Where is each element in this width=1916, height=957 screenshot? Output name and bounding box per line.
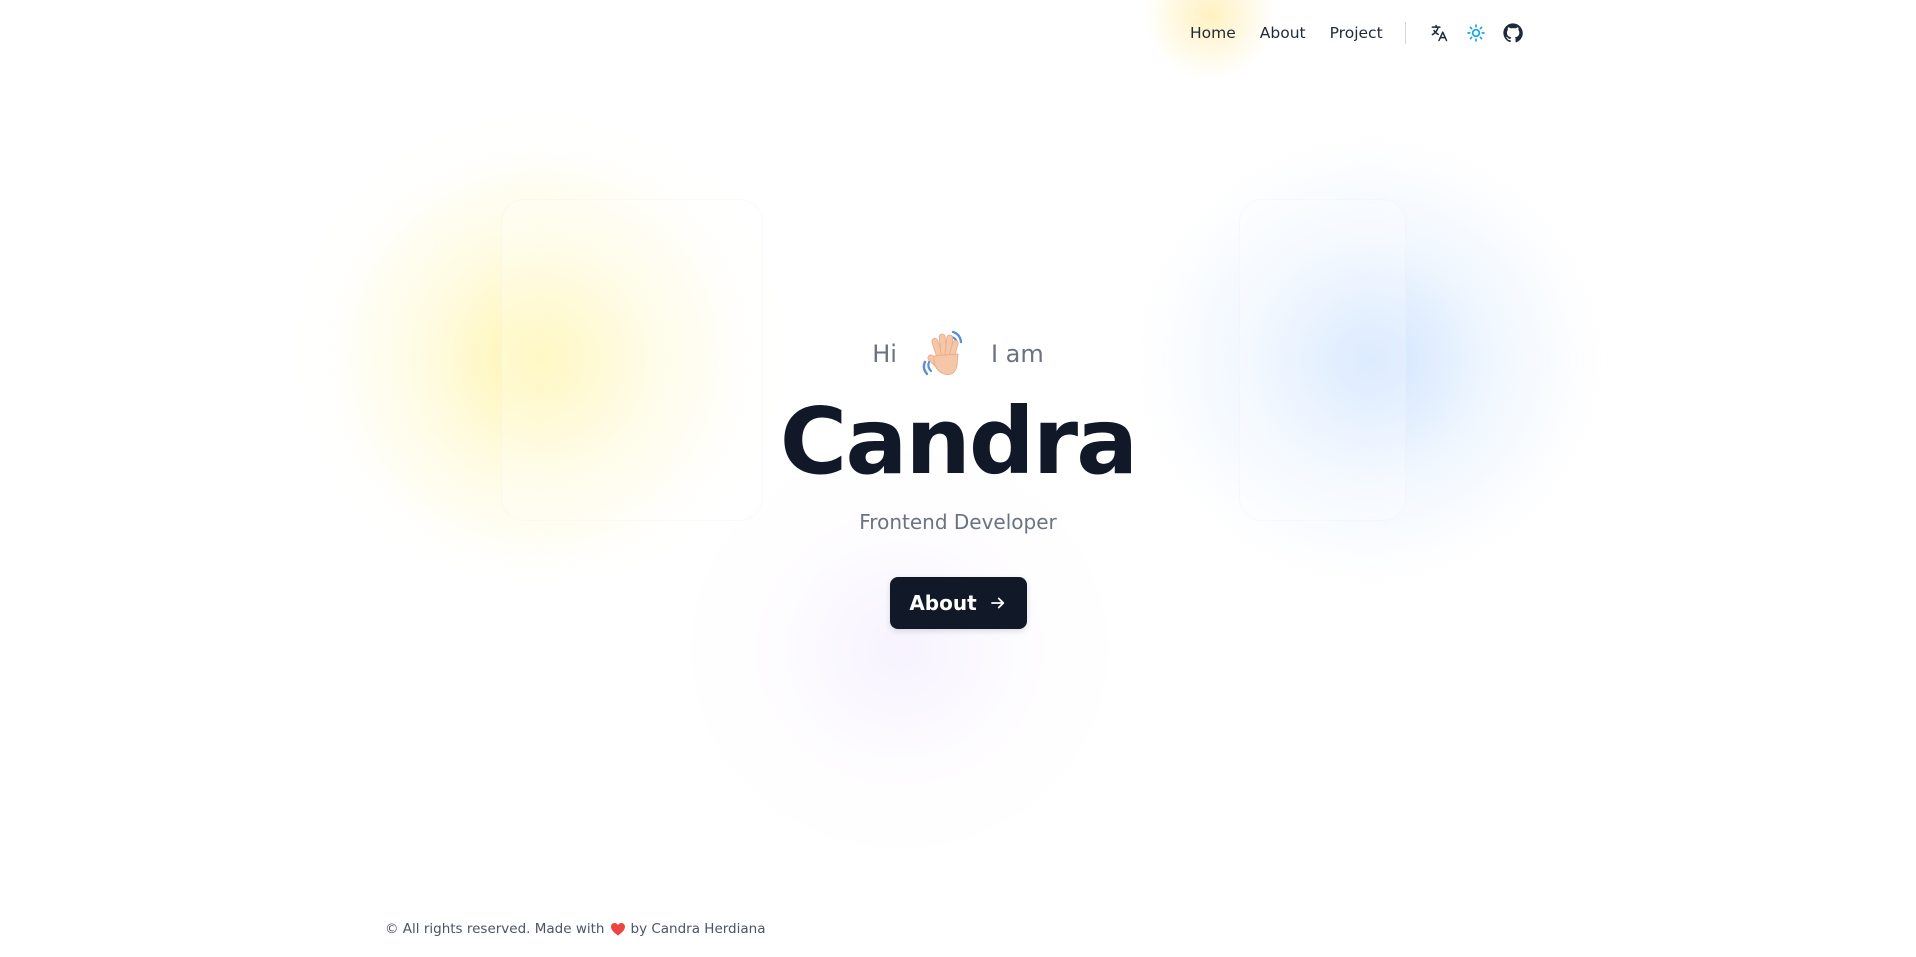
footer: © All rights reserved. Made with by Cand… [385, 921, 765, 937]
footer-text-before: © All rights reserved. Made with [385, 921, 605, 937]
about-button-label: About [909, 591, 977, 615]
waving-hand-icon [917, 326, 971, 382]
about-button[interactable]: About [889, 577, 1027, 629]
github-icon[interactable] [1502, 22, 1524, 44]
page: Home About Project Hi I am Candra Fronte… [0, 0, 1916, 957]
greeting: Hi I am [0, 326, 1916, 382]
hero-section: Hi I am Candra Frontend Developer About [0, 326, 1916, 629]
greeting-hi: Hi [872, 340, 897, 368]
top-nav: Home About Project [1190, 18, 1524, 48]
nav-link-home[interactable]: Home [1190, 24, 1236, 42]
heart-icon [610, 922, 626, 936]
nav-divider [1404, 22, 1406, 44]
translate-icon[interactable] [1428, 22, 1450, 44]
nav-link-about[interactable]: About [1260, 24, 1306, 42]
footer-text-after: by Candra Herdiana [630, 921, 766, 937]
cta-wrap: About [0, 577, 1916, 629]
arrow-right-icon [989, 594, 1007, 612]
greeting-i-am: I am [990, 340, 1044, 368]
sun-icon[interactable] [1465, 22, 1487, 44]
hero-name: Candra [779, 388, 1138, 495]
nav-link-project[interactable]: Project [1330, 24, 1383, 42]
hero-role: Frontend Developer [859, 510, 1057, 534]
